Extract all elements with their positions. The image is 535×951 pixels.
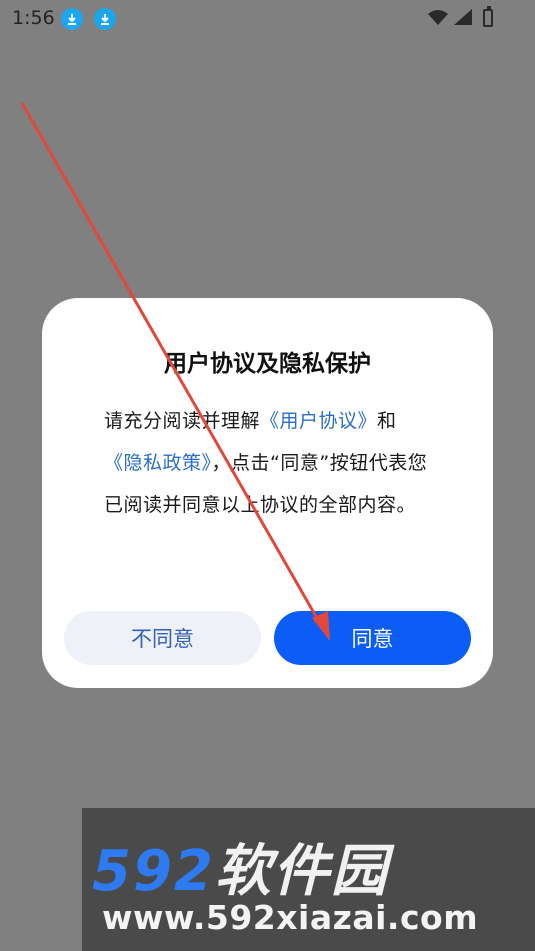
privacy-dialog: 用户协议及隐私保护 请充分阅读并理解《用户协议》和《隐私政策》，点击“同意”按钮…: [42, 298, 493, 688]
body-prefix: 请充分阅读并理解: [104, 410, 261, 432]
status-bar: 1:56: [0, 0, 535, 38]
user-agreement-link[interactable]: 《用户协议》: [260, 410, 377, 432]
wifi-icon: [427, 8, 449, 30]
download-icon: [61, 8, 83, 30]
agree-button[interactable]: 同意: [274, 611, 471, 665]
dialog-title: 用户协议及隐私保护: [164, 351, 371, 377]
watermark-brand: 592软件园: [92, 839, 389, 904]
signal-icon: [453, 8, 473, 30]
status-time: 1:56: [12, 7, 55, 29]
download-icon: [94, 8, 116, 30]
watermark-url: www.592xiazai.com: [102, 898, 479, 937]
body-and: 和: [377, 410, 397, 432]
battery-charging-icon: [483, 6, 493, 27]
privacy-policy-link[interactable]: 《隐私政策》: [104, 452, 212, 474]
watermark: 592软件园 www.592xiazai.com: [82, 808, 535, 951]
dialog-body: 请充分阅读并理解《用户协议》和《隐私政策》，点击“同意”按钮代表您已阅读并同意以…: [104, 400, 431, 526]
disagree-button[interactable]: 不同意: [64, 611, 261, 665]
